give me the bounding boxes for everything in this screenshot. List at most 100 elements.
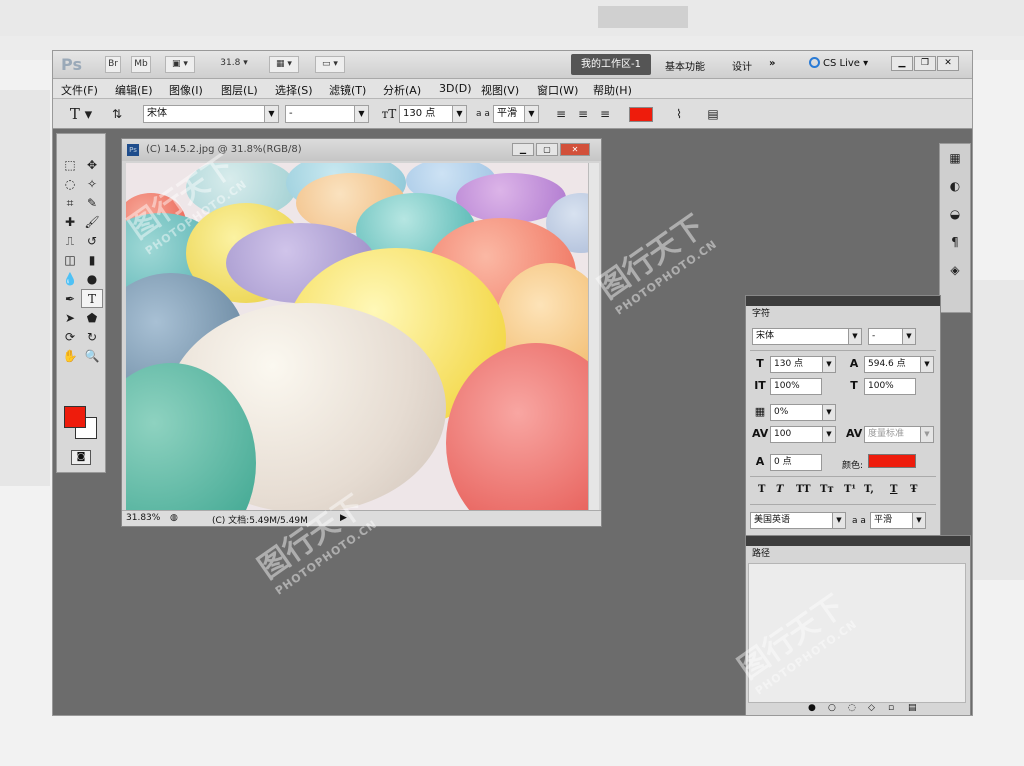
paths-list[interactable]: [748, 563, 966, 703]
hand-tool-icon[interactable]: ✋: [59, 347, 81, 366]
zoom-tool-icon[interactable]: 🔍: [81, 347, 103, 366]
align-right-icon[interactable]: ≡: [597, 106, 613, 122]
crop-tool-icon[interactable]: ⌗: [59, 194, 81, 213]
status-menu-arrow-icon[interactable]: ▶: [340, 513, 347, 523]
language-select[interactable]: 美国英语 ▼: [750, 512, 846, 529]
char-size-select[interactable]: 130 点 ▼: [770, 356, 836, 373]
panel-header[interactable]: [746, 536, 970, 546]
menu-image[interactable]: 图像(I): [169, 82, 203, 98]
menu-help[interactable]: 帮助(H): [593, 82, 632, 98]
char-tracking-select[interactable]: 100 ▼: [770, 426, 836, 443]
document-titlebar[interactable]: Ps (C) 14.5.2.jpg @ 31.8%(RGB/8) ▁ ▢ ✕: [122, 139, 601, 161]
tab-paths[interactable]: 路径: [749, 548, 779, 561]
doc-close-button[interactable]: ✕: [560, 143, 590, 156]
pen-tool-icon[interactable]: ✒: [59, 290, 81, 309]
menu-layer[interactable]: 图层(L): [221, 82, 258, 98]
all-caps-button[interactable]: TT: [796, 484, 811, 495]
new-path-icon[interactable]: ▫: [888, 703, 894, 713]
cs-live-button[interactable]: CS Live ▾: [809, 57, 868, 69]
foreground-color-swatch[interactable]: [64, 406, 86, 428]
font-size-select[interactable]: 130 点 ▼: [399, 105, 467, 123]
quick-mask-button[interactable]: ◙: [71, 450, 91, 465]
clone-stamp-tool-icon[interactable]: ⎍: [59, 232, 81, 251]
make-work-path-icon[interactable]: ◇: [868, 703, 875, 713]
eraser-tool-icon[interactable]: ◫: [59, 251, 81, 270]
faux-italic-button[interactable]: T: [776, 484, 783, 495]
char-vertical-scale-input[interactable]: 100%: [770, 378, 822, 395]
load-selection-icon[interactable]: ◌: [848, 703, 856, 713]
faux-bold-button[interactable]: T: [758, 484, 765, 495]
menu-3d[interactable]: 3D(D): [439, 82, 472, 95]
shape-tool-icon[interactable]: ⬟: [81, 309, 103, 328]
3d-orbit-tool-icon[interactable]: ↻: [81, 328, 103, 347]
superscript-button[interactable]: T¹: [844, 484, 856, 495]
menu-analysis[interactable]: 分析(A): [383, 82, 421, 98]
bridge-icon[interactable]: Br: [105, 56, 121, 73]
adjustments-icon[interactable]: ◒: [940, 200, 970, 228]
dodge-tool-icon[interactable]: ●: [81, 270, 103, 289]
delete-path-icon[interactable]: ▤: [908, 703, 917, 713]
strikethrough-button[interactable]: Ŧ: [910, 484, 917, 495]
close-button[interactable]: ✕: [937, 56, 959, 71]
doc-minimize-button[interactable]: ▁: [512, 143, 534, 156]
gradient-tool-icon[interactable]: ▮: [81, 251, 103, 270]
char-tsume-select[interactable]: 0% ▼: [770, 404, 836, 421]
char-baseline-input[interactable]: 0 点: [770, 454, 822, 471]
workspace-more-button[interactable]: »: [769, 58, 775, 69]
tab-character[interactable]: 字符: [749, 308, 779, 321]
eyedropper-tool-icon[interactable]: ✎: [81, 194, 103, 213]
text-orientation-icon[interactable]: ⇅: [109, 106, 125, 122]
status-options-icon[interactable]: ◍: [170, 513, 178, 523]
fill-path-icon[interactable]: ●: [808, 703, 816, 713]
char-color-swatch[interactable]: [868, 454, 916, 468]
font-style-select[interactable]: - ▼: [285, 105, 369, 123]
3d-rotate-tool-icon[interactable]: ⟳: [59, 328, 81, 347]
blur-tool-icon[interactable]: 💧: [59, 270, 81, 289]
char-font-family-select[interactable]: 宋体 ▼: [752, 328, 862, 345]
workspace-active[interactable]: 我的工作区-1: [571, 54, 651, 75]
zoom-status[interactable]: 31.83%: [126, 513, 160, 523]
mini-bridge-icon[interactable]: Mb: [131, 56, 151, 73]
image-canvas[interactable]: [126, 163, 588, 511]
antialias-select[interactable]: 平滑 ▼: [493, 105, 539, 123]
char-font-style-select[interactable]: - ▼: [868, 328, 916, 345]
arrange-documents-button[interactable]: ▦ ▾: [269, 56, 299, 73]
menu-view[interactable]: 视图(V): [481, 82, 519, 98]
character-icon[interactable]: ¶: [940, 228, 970, 256]
healing-brush-tool-icon[interactable]: ✚: [59, 213, 81, 232]
move-tool-icon[interactable]: ✥: [81, 156, 103, 175]
char-kerning-select[interactable]: 度量标准 ▼: [864, 426, 934, 443]
doc-maximize-button[interactable]: ▢: [536, 143, 558, 156]
navigator-icon[interactable]: ◐: [940, 172, 970, 200]
history-brush-tool-icon[interactable]: ↺: [81, 232, 103, 251]
menu-window[interactable]: 窗口(W): [537, 82, 578, 98]
minimize-button[interactable]: ▁: [891, 56, 913, 71]
warp-text-icon[interactable]: ⌇: [671, 106, 687, 122]
view-extras-button[interactable]: ▣ ▾: [165, 56, 195, 73]
screen-mode-button[interactable]: ▭ ▾: [315, 56, 345, 73]
layers-icon[interactable]: ◈: [940, 256, 970, 284]
workspace-design[interactable]: 设计: [732, 58, 752, 73]
menu-edit[interactable]: 编辑(E): [115, 82, 153, 98]
type-tool-icon[interactable]: T: [81, 289, 103, 308]
underline-button[interactable]: T: [890, 484, 897, 495]
brush-tool-icon[interactable]: 🖌: [81, 213, 103, 232]
path-selection-tool-icon[interactable]: ➤: [59, 309, 81, 328]
small-caps-button[interactable]: Tт: [820, 484, 834, 495]
histogram-icon[interactable]: ▦: [940, 144, 970, 172]
menu-select[interactable]: 选择(S): [275, 82, 313, 98]
text-color-swatch[interactable]: [629, 107, 653, 122]
panel-header[interactable]: [746, 296, 940, 306]
menu-file[interactable]: 文件(F): [61, 82, 98, 98]
align-left-icon[interactable]: ≡: [553, 106, 569, 122]
lasso-tool-icon[interactable]: ◌: [59, 175, 81, 194]
marquee-tool-icon[interactable]: ⬚: [59, 156, 81, 175]
char-leading-select[interactable]: 594.6 点 ▼: [864, 356, 934, 373]
quick-select-tool-icon[interactable]: ✧: [81, 175, 103, 194]
char-antialias-select[interactable]: 平滑 ▼: [870, 512, 926, 529]
type-tool-preset-icon[interactable]: T ▾: [67, 106, 95, 122]
stroke-path-icon[interactable]: ○: [828, 703, 836, 713]
canvas-vertical-scrollbar[interactable]: [588, 163, 599, 511]
character-panel-toggle-icon[interactable]: ▤: [705, 106, 721, 122]
menu-filter[interactable]: 滤镜(T): [329, 82, 366, 98]
